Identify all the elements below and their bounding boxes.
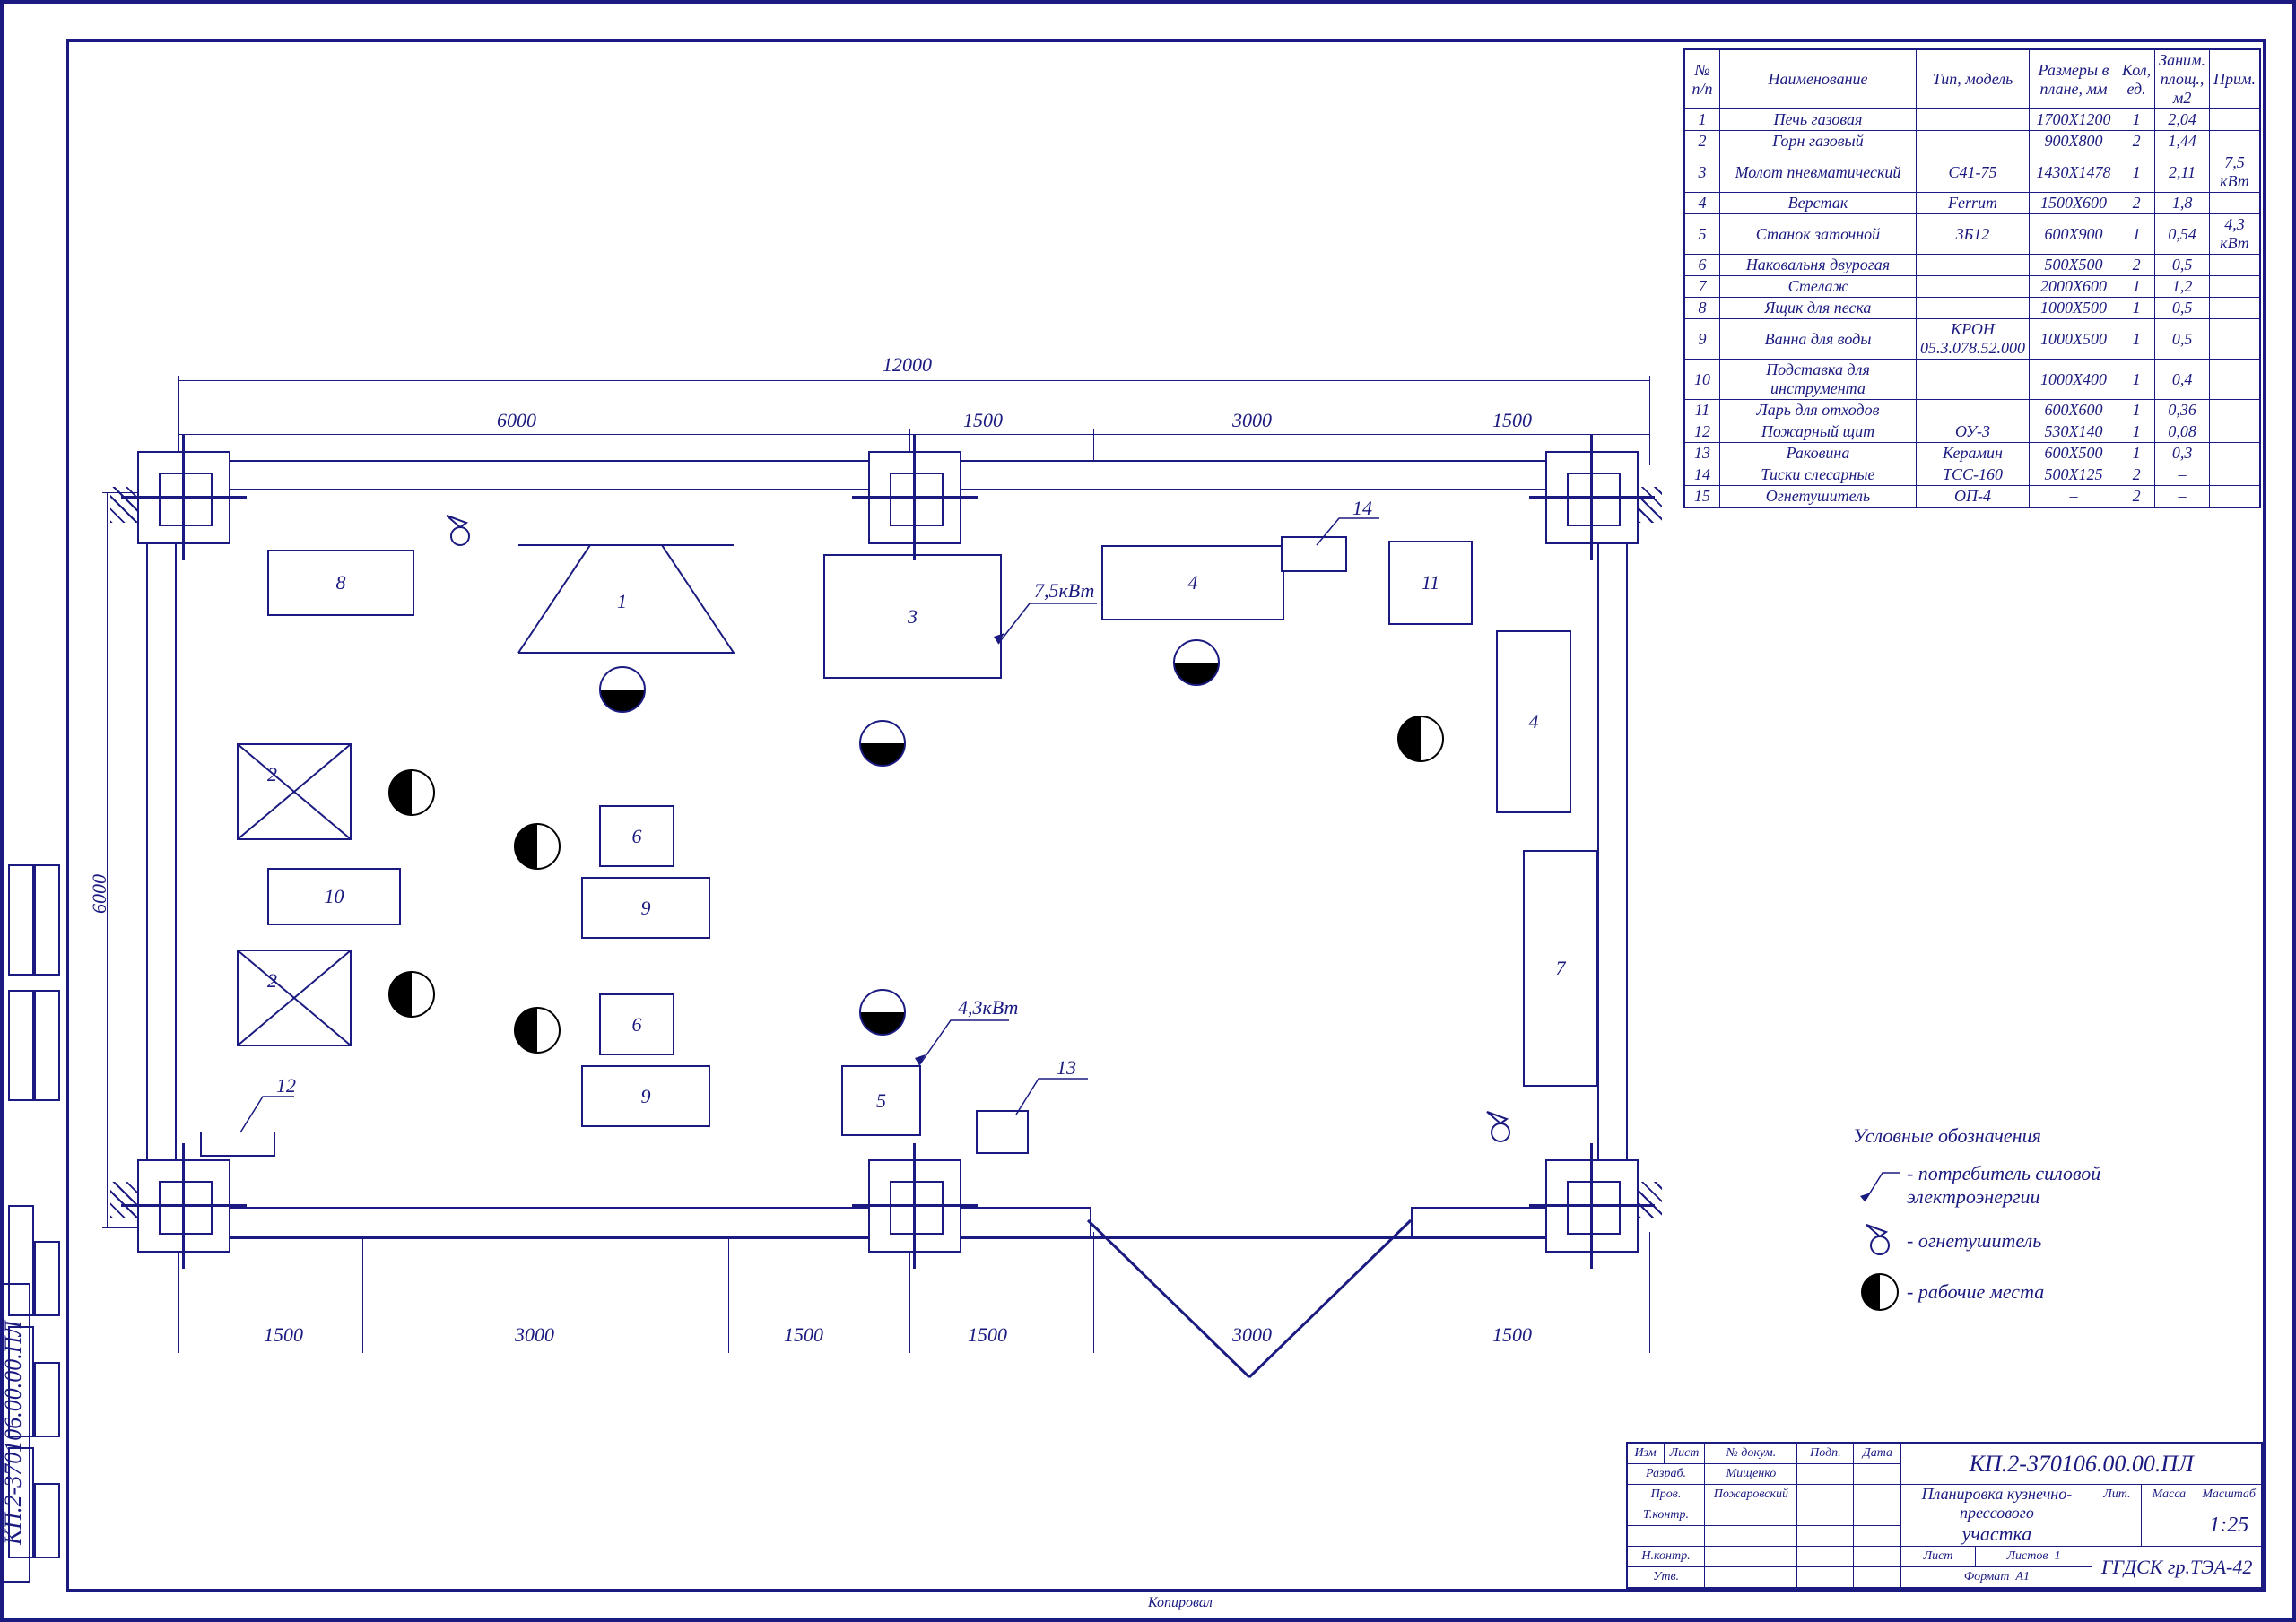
dim-line bbox=[178, 380, 1649, 382]
workstation-icon bbox=[1173, 639, 1220, 686]
dim-bot-4: 1500 bbox=[968, 1323, 1007, 1347]
dim-top-4: 1500 bbox=[1492, 409, 1532, 432]
legend-item-3: - рабочие места bbox=[1907, 1280, 2044, 1304]
column bbox=[868, 451, 961, 544]
workstation-symbol-icon bbox=[1861, 1273, 1899, 1311]
leader-line bbox=[915, 1016, 1013, 1070]
floor-plan: 8 1 3 4 11 4 7 2 2 10 6 9 bbox=[147, 461, 1625, 1239]
scale: 1:25 bbox=[2196, 1505, 2262, 1547]
column bbox=[868, 1159, 961, 1253]
dim-bot-6: 1500 bbox=[1492, 1323, 1532, 1347]
column bbox=[1545, 1159, 1639, 1253]
drawing-sheet: КП.2-370106.00.00.ПЛ 12000 6000 1500 300… bbox=[0, 0, 2296, 1622]
dim-top-2: 1500 bbox=[963, 409, 1003, 432]
org: ГГДСК гр.ТЭА-42 bbox=[2092, 1547, 2262, 1589]
binding-field-2 bbox=[8, 990, 62, 1106]
eq-3: 3 bbox=[823, 554, 1002, 679]
extinguisher-icon bbox=[1478, 1110, 1523, 1146]
extinguisher-symbol-icon bbox=[1857, 1223, 1902, 1259]
column bbox=[137, 1159, 230, 1253]
workstation-icon bbox=[514, 823, 561, 870]
extinguisher-icon bbox=[438, 514, 483, 550]
kopiroval-label: Копировал bbox=[1148, 1595, 1213, 1611]
eq-4b: 4 bbox=[1496, 630, 1571, 813]
workstation-icon bbox=[1397, 716, 1444, 762]
dim-top-1: 6000 bbox=[497, 409, 536, 432]
dim-bot-2: 3000 bbox=[515, 1323, 554, 1347]
legend: Условные обозначения - потребитель силов… bbox=[1853, 1124, 2239, 1325]
title-block: Изм Лист № докум. Подп. Дата КП.2-370106… bbox=[1626, 1442, 2263, 1589]
dim-top-3: 3000 bbox=[1232, 409, 1272, 432]
eq-2a bbox=[236, 742, 352, 841]
binding-field-1 bbox=[8, 864, 62, 981]
workstation-icon bbox=[599, 666, 646, 713]
workstation-icon bbox=[514, 1007, 561, 1054]
legend-title: Условные обозначения bbox=[1853, 1124, 2239, 1148]
power-5: 4,3кВт bbox=[958, 996, 1018, 1019]
title-code: КП.2-370106.00.00.ПЛ bbox=[1901, 1443, 2262, 1485]
workstation-icon bbox=[859, 989, 906, 1036]
eq-4a: 4 bbox=[1101, 545, 1284, 620]
power-3: 7,5кВт bbox=[1034, 579, 1094, 603]
door-swing bbox=[1083, 1207, 1415, 1386]
workstation-icon bbox=[859, 720, 906, 767]
dim-overall-h: 6000 bbox=[88, 874, 111, 914]
leader-line bbox=[994, 599, 1101, 653]
eq-5: 5 bbox=[841, 1065, 921, 1136]
dim-line-v bbox=[107, 492, 109, 1227]
binding-field-3 bbox=[8, 1205, 62, 1568]
workstation-icon bbox=[388, 971, 435, 1018]
workstation-icon bbox=[388, 769, 435, 816]
power-symbol-icon bbox=[1857, 1166, 1902, 1206]
eq-7: 7 bbox=[1523, 850, 1598, 1087]
specification-table: № п/пНаименованиеТип, модельРазмеры в пл… bbox=[1683, 48, 2261, 508]
dim-line bbox=[178, 1349, 1649, 1350]
eq-9b: 9 bbox=[581, 1065, 710, 1127]
dim-bot-3: 1500 bbox=[784, 1323, 823, 1347]
eq-11: 11 bbox=[1388, 541, 1473, 625]
eq-1-label: 1 bbox=[617, 590, 627, 613]
eq-6b: 6 bbox=[599, 993, 674, 1055]
column bbox=[137, 451, 230, 544]
eq-9a: 9 bbox=[581, 877, 710, 939]
column bbox=[1545, 451, 1639, 544]
dim-overall-w: 12000 bbox=[883, 353, 932, 377]
legend-item-2: - огнетушитель bbox=[1907, 1229, 2041, 1253]
eq-8: 8 bbox=[267, 550, 414, 616]
dim-bot-1: 1500 bbox=[264, 1323, 303, 1347]
eq-6a: 6 bbox=[599, 805, 674, 867]
eq-2b bbox=[236, 949, 352, 1047]
eq-10: 10 bbox=[267, 868, 401, 925]
legend-item-1: - потребитель силовой электроэнергии bbox=[1907, 1162, 2239, 1209]
